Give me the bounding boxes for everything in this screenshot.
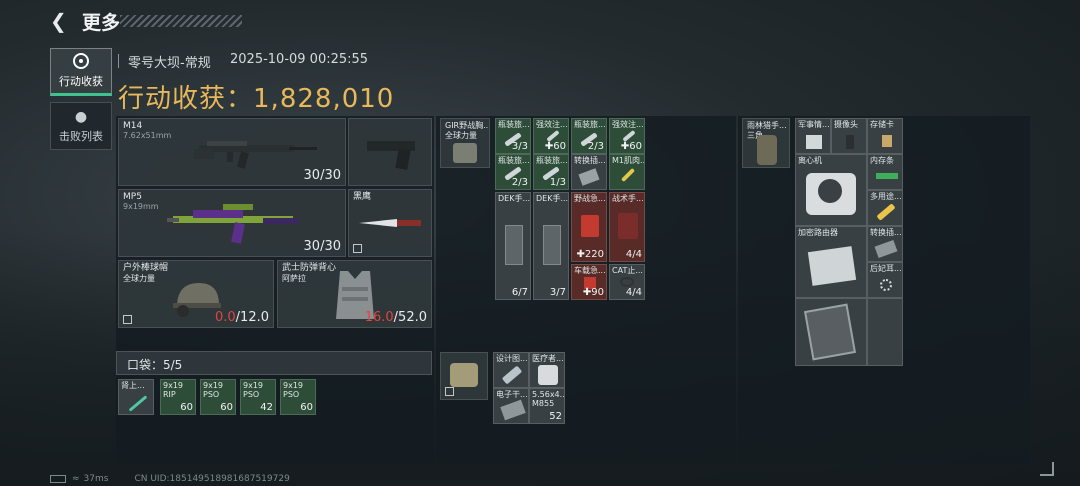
backpack-item[interactable]: 离心机 (795, 154, 867, 226)
melee-slot[interactable]: 黑鹰 (348, 189, 432, 257)
backpack-item[interactable]: 军事情... (795, 118, 831, 154)
pocket-item[interactable]: 9x19 PSO 60 (280, 379, 316, 415)
bag-item[interactable]: 设计图... (493, 352, 529, 388)
chest-item[interactable]: 瓶装旅... 2/3 (495, 154, 531, 190)
med-item[interactable]: 战术手... 4/4 (609, 192, 645, 262)
chest-item[interactable]: 瓶装旅... 3/3 (495, 118, 531, 154)
helmet-slot[interactable]: 户外棒球帽 全球力量 0.0/12.0 (118, 260, 274, 328)
med-item[interactable]: 车载急... ✚90 (571, 264, 607, 300)
rig-icon (453, 143, 477, 163)
weapon-name: MP5 (123, 192, 142, 202)
helmet-name: 户外棒球帽 (123, 263, 169, 273)
chest-item[interactable]: 转换插... (571, 154, 607, 190)
lock-icon (353, 244, 362, 253)
ping: 37ms (83, 474, 109, 484)
tab-action-harvest[interactable]: 行动收获 (50, 48, 112, 96)
backpack-item[interactable]: 加密路由器 (795, 226, 867, 298)
title-decoration (120, 15, 242, 27)
target-icon (73, 53, 89, 69)
tab-kill-list[interactable]: ● 击败列表 (50, 102, 112, 150)
corner-decoration (1040, 462, 1054, 476)
chest-item[interactable]: 强效注... ✚60 (533, 118, 569, 154)
armor-name: 武士防弹背心 (282, 263, 337, 273)
match-meta: 零号大坝-常规 2025-10-09 00:25:55 (118, 52, 368, 71)
weapon-name: M14 (123, 121, 143, 131)
chest-item[interactable]: 瓶装旅... 1/3 (533, 154, 569, 190)
primary-weapon-slot[interactable]: M14 7.62x51mm 30/30 (118, 118, 346, 186)
backpack-item[interactable]: 后妃耳... (867, 262, 903, 298)
page-title: 更多 (82, 12, 121, 34)
chevron-left-icon[interactable]: ❮ (50, 11, 70, 31)
med-item[interactable]: CAT止... 4/4 (609, 264, 645, 300)
backpack-slot[interactable]: 雨林猎手... 三角... (742, 118, 790, 168)
bag-item[interactable]: 医疗者... (529, 352, 565, 388)
backpack-item[interactable]: 摄像头 (831, 118, 867, 154)
backpack-item[interactable]: 内存条 (867, 154, 903, 190)
backpack-item[interactable]: 存储卡 (867, 118, 903, 154)
bag-item[interactable]: 电子干... (493, 388, 529, 424)
earnings: 行动收获：1,828,010 (118, 78, 394, 115)
backpack-item[interactable]: 转换插... (867, 226, 903, 262)
wifi-icon: ≈ (72, 474, 80, 484)
med-item[interactable]: DEK手... 6/7 (495, 192, 531, 300)
chest-item[interactable]: 强效注... ✚60 (609, 118, 645, 154)
map-name: 零号大坝-常规 (128, 56, 211, 71)
tab-label: 击败列表 (59, 129, 103, 143)
knife-icon (359, 219, 421, 227)
side-tabs: 行动收获 ● 击败列表 (50, 48, 112, 156)
helmet-durability: 0.0/12.0 (214, 310, 269, 325)
med-item[interactable]: 野战急... ✚220 (571, 192, 607, 262)
syringe-icon (128, 395, 148, 412)
sidearm-slot[interactable] (348, 118, 432, 186)
bag-slot[interactable] (440, 352, 488, 400)
pocket-item[interactable]: 9x19 PSO 42 (240, 379, 276, 415)
lock-icon (445, 387, 454, 396)
armor-slot[interactable]: 武士防弹背心 阿萨拉 16.0/52.0 (277, 260, 432, 328)
backpack-empty-cell[interactable] (867, 298, 903, 366)
earnings-value: 1,828,010 (253, 84, 395, 114)
router-icon (807, 246, 857, 286)
battery-icon (50, 474, 66, 483)
ammo-count: 30/30 (303, 168, 341, 183)
top-bar: ❮ 更多 (0, 0, 1080, 40)
pistol-silhouette-icon (367, 141, 415, 170)
backpack-item[interactable]: 多用途... (867, 190, 903, 226)
pocket-header: 口袋：5/5 (116, 351, 432, 375)
pouch-icon (450, 363, 478, 387)
chest-item[interactable]: 瓶装旅... 2/3 (571, 118, 607, 154)
secondary-weapon-slot[interactable]: MP5 9x19mm 30/30 (118, 189, 346, 257)
motherboard-icon (803, 303, 857, 361)
melee-name: 黑鹰 (353, 192, 372, 202)
bag-item[interactable]: 5.56x4... M855 52 (529, 388, 565, 424)
armor-durability: 16.0/52.0 (364, 310, 427, 325)
pocket-item[interactable]: 9x19 PSO 60 (200, 379, 236, 415)
backpack-item[interactable] (795, 298, 867, 366)
chest-rig-slot[interactable]: GIR野战胸... 全球力量 (440, 118, 490, 168)
weapon-caliber: 7.62x51mm (123, 131, 172, 140)
smg-icon (167, 204, 298, 244)
lock-icon (123, 315, 132, 324)
earnings-label: 行动收获： (118, 84, 254, 114)
ammo-count: 30/30 (303, 239, 341, 254)
user-uid: CN UID:1851495189816875197​29 (134, 474, 290, 484)
helmet-brand: 全球力量 (123, 274, 155, 283)
chest-item[interactable]: M1肌肉... (609, 154, 645, 190)
med-item[interactable]: DEK手... 3/7 (533, 192, 569, 300)
rifle-icon (194, 141, 317, 169)
tab-label: 行动收获 (59, 75, 103, 88)
armor-brand: 阿萨拉 (282, 274, 306, 283)
backpack-icon (757, 135, 777, 165)
pocket-item[interactable]: 9x19 RIP 60 (160, 379, 196, 415)
weapon-caliber: 9x19mm (123, 202, 159, 211)
skull-icon: ● (74, 108, 88, 125)
pocket-item[interactable]: 肾上... (118, 379, 154, 415)
status-footer: ≈37ms CN UID:1851495189816875197​29 (50, 474, 290, 484)
match-time: 2025-10-09 00:25:55 (230, 52, 369, 67)
